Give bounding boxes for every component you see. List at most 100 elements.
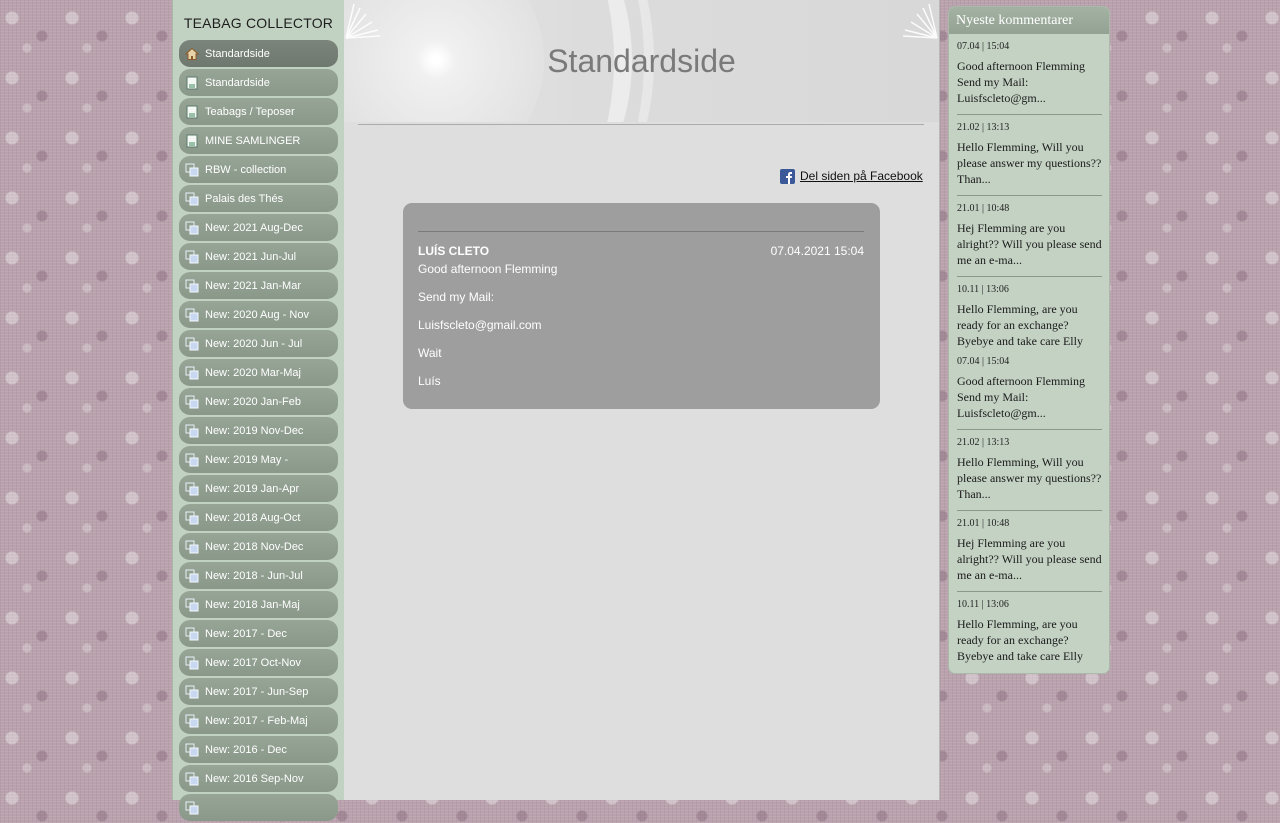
nav-item[interactable]: Palais des Thés <box>179 185 338 212</box>
gallery-icon <box>185 337 199 350</box>
nav-item[interactable]: New: 2020 Mar-Maj <box>179 359 338 386</box>
facebook-share-link[interactable]: Del siden på Facebook <box>780 168 923 184</box>
nav-item-label: Palais des Thés <box>205 192 284 205</box>
nav-item[interactable]: New: 2017 - Dec <box>179 620 338 647</box>
nav-item-label: MINE SAMLINGER <box>205 134 301 147</box>
share-label[interactable]: Del siden på Facebook <box>800 169 923 183</box>
gallery-icon <box>185 308 199 321</box>
nav-item[interactable]: New: 2018 - Jun-Jul <box>179 562 338 589</box>
recent-comment-text[interactable]: Hello Flemming, Will you please answer m… <box>957 454 1102 502</box>
gallery-icon <box>185 163 199 176</box>
nav-item-label: Standardside <box>205 47 270 60</box>
page-icon <box>186 76 198 89</box>
nav-item[interactable]: New: 2017 - Jun-Sep <box>179 678 338 705</box>
gallery-icon <box>185 656 199 669</box>
divider <box>957 429 1102 430</box>
recent-comment[interactable]: 07.04 | 15:04 Good afternoon Flemming Sen… <box>957 356 1102 430</box>
left-navigation: TEABAG COLLECTOR Standardside Standardsid… <box>172 0 345 821</box>
nav-item[interactable]: Standardside <box>179 69 338 96</box>
comment-line: Wait <box>418 346 442 360</box>
nav-item[interactable]: New: 2020 Aug - Nov <box>179 301 338 328</box>
divider <box>418 231 864 232</box>
divider <box>957 276 1102 277</box>
nav-item-label: New: 2020 Mar-Maj <box>205 366 301 379</box>
recent-comment[interactable]: 21.02 | 13:13 Hello Flemming, Will you pl… <box>957 437 1102 511</box>
recent-comment[interactable]: 10.11 | 13:06 Hello Flemming, are you rea… <box>957 599 1102 664</box>
nav-item-label: New: 2018 - Jun-Jul <box>205 569 303 582</box>
nav-item[interactable]: New: 2018 Aug-Oct <box>179 504 338 531</box>
recent-comment-text[interactable]: Hello Flemming, are you ready for an exc… <box>957 301 1102 349</box>
comment-author: LUÍS CLETO <box>418 244 490 258</box>
divider <box>957 195 1102 196</box>
nav-item[interactable]: RBW - collection <box>179 156 338 183</box>
nav-item[interactable]: New: 2016 - Dec <box>179 736 338 763</box>
comment-date: 07.04.2021 15:04 <box>770 244 864 258</box>
recent-comment-text[interactable]: Hej Flemming are you alright?? Will you … <box>957 535 1102 583</box>
page-icon <box>186 105 198 118</box>
recent-comment-date: 07.04 | 15:04 <box>957 356 1010 367</box>
facebook-icon <box>780 168 795 184</box>
nav-item-label: New: 2021 Jun-Jul <box>205 250 297 263</box>
nav-item[interactable]: New: 2017 - Feb-Maj <box>179 707 338 734</box>
nav-item[interactable]: New: 2021 Aug-Dec <box>179 214 338 241</box>
comment-line: Send my Mail: <box>418 290 495 304</box>
recent-comment-text[interactable]: Good afternoon Flemming Send my Mail: Lu… <box>957 58 1102 106</box>
recent-comment[interactable]: 21.01 | 10:48 Hej Flemming are you alrigh… <box>957 518 1102 592</box>
recent-comment-date: 21.02 | 13:13 <box>957 437 1010 448</box>
page-header: Standardside <box>344 0 939 122</box>
recent-comment-date: 21.01 | 10:48 <box>957 518 1010 529</box>
nav-item-label: New: 2021 Jan-Mar <box>205 279 301 292</box>
divider <box>358 124 924 125</box>
nav-item[interactable]: New: 2019 Nov-Dec <box>179 417 338 444</box>
gallery-icon <box>185 366 199 379</box>
nav-item[interactable]: New: 2019 May - <box>179 446 338 473</box>
recent-comment[interactable]: 10.11 | 13:06 Hello Flemming, are you rea… <box>957 284 1102 349</box>
recent-comment-date: 07.04 | 15:04 <box>957 41 1010 52</box>
nav-item[interactable]: New: 2021 Jun-Jul <box>179 243 338 270</box>
nav-item[interactable]: New: 2017 Oct-Nov <box>179 649 338 676</box>
nav-item[interactable]: New: 2020 Jan-Feb <box>179 388 338 415</box>
main-content: Standardside Del siden på Facebook LUÍS … <box>344 0 940 800</box>
recent-comment-text[interactable]: Hello Flemming, Will you please answer m… <box>957 139 1102 187</box>
divider <box>957 510 1102 511</box>
recent-comment[interactable]: 07.04 | 15:04 Good afternoon Flemming Sen… <box>957 41 1102 115</box>
recent-comment-date: 10.11 | 13:06 <box>957 599 1009 610</box>
home-icon <box>185 47 199 60</box>
nav-item-label: New: 2019 May - <box>205 453 289 466</box>
gallery-icon <box>185 714 199 727</box>
recent-comment-text[interactable]: Hello Flemming, are you ready for an exc… <box>957 616 1102 664</box>
nav-item[interactable]: New: 2016 Sep-Nov <box>179 765 338 792</box>
nav-item[interactable]: New: 2020 Jun - Jul <box>179 330 338 357</box>
recent-comment[interactable]: 21.02 | 13:13 Hello Flemming, Will you pl… <box>957 122 1102 196</box>
recent-comment-date: 21.01 | 10:48 <box>957 203 1010 214</box>
nav-item-label: New: 2017 - Feb-Maj <box>205 714 308 727</box>
nav-item[interactable]: Teabags / Teposer <box>179 98 338 125</box>
nav-item-label: New: 2017 Oct-Nov <box>205 656 301 669</box>
nav-item-label: New: 2021 Aug-Dec <box>205 221 303 234</box>
nav-item[interactable]: Standardside <box>179 40 338 67</box>
nav-item[interactable] <box>179 794 338 821</box>
nav-item-label: RBW - collection <box>205 163 287 176</box>
gallery-icon <box>185 743 199 756</box>
nav-item[interactable]: New: 2018 Jan-Maj <box>179 591 338 618</box>
gallery-icon <box>185 453 199 466</box>
recent-comment[interactable]: 21.01 | 10:48 Hej Flemming are you alrigh… <box>957 203 1102 277</box>
divider <box>957 591 1102 592</box>
site-title: TEABAG COLLECTOR <box>183 15 334 31</box>
gallery-icon <box>185 685 199 698</box>
recent-comment-text[interactable]: Hej Flemming are you alright?? Will you … <box>957 220 1102 268</box>
nav-item[interactable]: MINE SAMLINGER <box>179 127 338 154</box>
nav-item-label: New: 2017 - Dec <box>205 627 287 640</box>
gallery-icon <box>185 540 199 553</box>
comment-line: Good afternoon Flemming <box>418 262 558 276</box>
nav-item[interactable]: New: 2018 Nov-Dec <box>179 533 338 560</box>
nav-item[interactable]: New: 2021 Jan-Mar <box>179 272 338 299</box>
gallery-icon <box>185 772 199 785</box>
latest-comments-list: 07.04 | 15:04 Good afternoon Flemming Sen… <box>949 41 1109 664</box>
gallery-icon <box>185 569 199 582</box>
gallery-icon <box>185 221 199 234</box>
corner-rays-left <box>345 3 381 39</box>
gallery-icon <box>185 801 199 814</box>
nav-item[interactable]: New: 2019 Jan-Apr <box>179 475 338 502</box>
recent-comment-text[interactable]: Good afternoon Flemming Send my Mail: Lu… <box>957 373 1102 421</box>
